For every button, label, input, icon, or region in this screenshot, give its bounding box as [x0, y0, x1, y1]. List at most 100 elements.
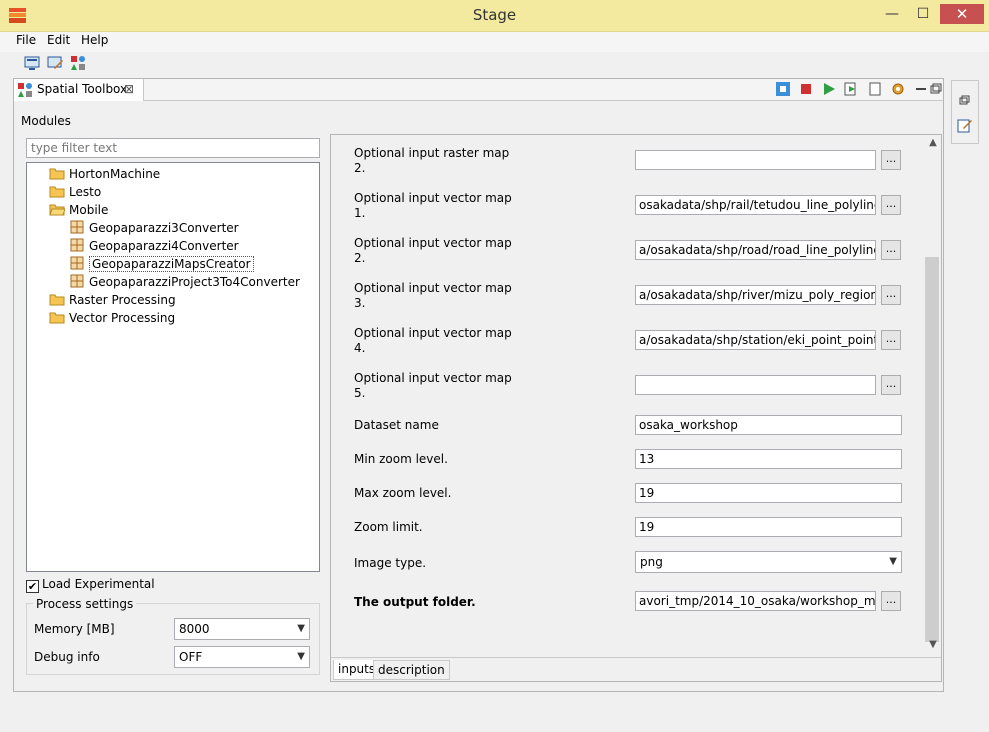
vector-map-4-label: Optional input vector map 4. — [354, 326, 554, 356]
tree-folder-raster-processing[interactable]: Raster Processing — [49, 291, 176, 309]
tree-item-label: GeopaparazziProject3To4Converter — [89, 275, 300, 289]
output-folder-browse-button[interactable]: ... — [881, 591, 901, 611]
vector-map-5-input[interactable] — [635, 375, 876, 395]
label-line: Optional input vector map — [354, 191, 512, 205]
shapes-icon[interactable] — [70, 55, 86, 71]
label-line: 5. — [354, 386, 366, 400]
load-experimental-checkbox[interactable]: ✔ — [26, 577, 39, 593]
vector-map-5-browse-button[interactable]: ... — [881, 375, 901, 395]
debug-label: Debug info — [34, 650, 100, 664]
tree-item-label: HortonMachine — [69, 167, 161, 181]
tree-module-geopaparazzimapscreator[interactable]: GeopaparazziMapsCreator — [69, 255, 254, 273]
min-zoom-input[interactable]: 13 — [635, 449, 902, 469]
tree-folder-hortonmachine[interactable]: HortonMachine — [49, 165, 160, 183]
vector-map-1-input[interactable]: osakadata/shp/rail/tetudou_line_polyline… — [635, 195, 876, 215]
dataset-name-label: Dataset name — [354, 418, 439, 432]
new-document-icon[interactable] — [868, 82, 882, 96]
vector-map-1-browse-button[interactable]: ... — [881, 195, 901, 215]
output-folder-label: The output folder. — [354, 595, 476, 609]
vector-map-4-input[interactable]: a/osakadata/shp/station/eki_point_point.… — [635, 330, 876, 350]
tree-item-label: Geopaparazzi4Converter — [89, 239, 239, 253]
toggle-view-icon[interactable] — [776, 82, 790, 96]
vector-map-2-input[interactable]: a/osakadata/shp/road/road_line_polyline.… — [635, 240, 876, 260]
tree-module-geopaparazzi4converter[interactable]: Geopaparazzi4Converter — [69, 237, 239, 255]
debug-combo[interactable]: OFF ▼ — [174, 646, 310, 668]
folder-icon — [49, 186, 65, 198]
gear-icon[interactable] — [891, 82, 905, 96]
tab-spatial-toolbox[interactable]: Spatial Toolbox ⊠ — [14, 79, 144, 101]
modules-tree[interactable]: HortonMachine Lesto Mobile Geopaparazzi3… — [26, 162, 320, 572]
tree-item-label: Lesto — [69, 185, 102, 199]
run-icon[interactable] — [822, 82, 836, 96]
label-line: Optional input vector map — [354, 281, 512, 295]
load-experimental-label: Load Experimental — [42, 577, 155, 591]
tree-item-label: Raster Processing — [69, 293, 176, 307]
chevron-down-icon: ▼ — [297, 623, 305, 634]
tree-module-geopaparazzi3converter[interactable]: Geopaparazzi3Converter — [69, 219, 239, 237]
memory-label: Memory [MB] — [34, 622, 115, 636]
chevron-down-icon: ▼ — [297, 651, 305, 662]
label-line: 1. — [354, 206, 366, 220]
restore-icon[interactable] — [959, 95, 971, 107]
generate-script-icon[interactable] — [844, 82, 858, 96]
edit-note-icon[interactable] — [957, 117, 973, 133]
zoom-limit-label: Zoom limit. — [354, 520, 423, 534]
image-type-select[interactable]: png ▼ — [635, 551, 902, 573]
filter-input[interactable] — [26, 138, 320, 158]
modules-label: Modules — [21, 114, 71, 128]
scroll-down-icon[interactable]: ▼ — [925, 639, 941, 650]
vector-map-3-browse-button[interactable]: ... — [881, 285, 901, 305]
scrollbar-thumb[interactable] — [925, 257, 939, 642]
menu-file[interactable]: File — [14, 33, 38, 47]
tree-folder-lesto[interactable]: Lesto — [49, 183, 101, 201]
tree-item-label: GeopaparazziMapsCreator — [89, 256, 254, 272]
minimize-button[interactable]: — — [879, 4, 905, 24]
scroll-up-icon[interactable]: ▲ — [925, 137, 941, 148]
bottom-tab-bar: inputs description — [331, 657, 941, 681]
dataset-name-input[interactable]: osaka_workshop — [635, 415, 902, 435]
label-line: Optional input vector map — [354, 371, 512, 385]
label-line: Optional input raster map — [354, 146, 510, 160]
vector-map-2-browse-button[interactable]: ... — [881, 240, 901, 260]
vector-map-2-label: Optional input vector map 2. — [354, 236, 554, 266]
menu-help[interactable]: Help — [79, 33, 110, 47]
parameters-panel: Optional input raster map 2. ... Optiona… — [330, 134, 942, 682]
title-bar[interactable]: Stage — ☐ ✕ — [0, 0, 989, 32]
menu-edit[interactable]: Edit — [45, 33, 72, 47]
max-zoom-label: Max zoom level. — [354, 486, 452, 500]
parameters-area: Optional input raster map 2. ... Optiona… — [331, 135, 925, 657]
chevron-down-icon: ▼ — [889, 556, 897, 567]
folder-open-icon — [49, 204, 65, 216]
folder-icon — [49, 168, 65, 180]
maximize-button[interactable]: ☐ — [910, 4, 936, 24]
vector-map-4-browse-button[interactable]: ... — [881, 330, 901, 350]
vector-map-3-label: Optional input vector map 3. — [354, 281, 554, 311]
toolbox-icon — [18, 83, 32, 97]
tree-folder-vector-processing[interactable]: Vector Processing — [49, 309, 175, 327]
tree-item-label: Mobile — [69, 203, 109, 217]
minimize-view-icon[interactable] — [914, 82, 928, 96]
vector-map-3-input[interactable]: a/osakadata/shp/river/mizu_poly_region.s… — [635, 285, 876, 305]
monitor-icon[interactable] — [24, 55, 40, 71]
close-button[interactable]: ✕ — [940, 4, 984, 24]
raster-map-2-input[interactable] — [635, 150, 876, 170]
max-zoom-input[interactable]: 19 — [635, 483, 902, 503]
zoom-limit-input[interactable]: 19 — [635, 517, 902, 537]
raster-map-2-browse-button[interactable]: ... — [881, 150, 901, 170]
label-line: Optional input vector map — [354, 236, 512, 250]
debug-value: OFF — [179, 650, 203, 664]
module-icon — [70, 238, 84, 252]
tree-folder-mobile[interactable]: Mobile — [49, 201, 108, 219]
module-icon — [70, 274, 84, 288]
restore-view-icon[interactable] — [929, 82, 943, 96]
label-line: 4. — [354, 341, 366, 355]
tree-module-geopaparazziproject3to4converter[interactable]: GeopaparazziProject3To4Converter — [69, 273, 300, 291]
stop-icon[interactable] — [799, 82, 813, 96]
output-folder-input[interactable]: avori_tmp/2014_10_osaka/workshop_mbtiles — [635, 591, 876, 611]
vector-map-1-label: Optional input vector map 1. — [354, 191, 554, 221]
tab-description[interactable]: description — [373, 660, 450, 680]
image-type-label: Image type. — [354, 556, 427, 570]
memory-combo[interactable]: 8000 ▼ — [174, 618, 310, 640]
tab-close-icon[interactable]: ⊠ — [124, 82, 134, 96]
edit-monitor-icon[interactable] — [47, 55, 63, 71]
